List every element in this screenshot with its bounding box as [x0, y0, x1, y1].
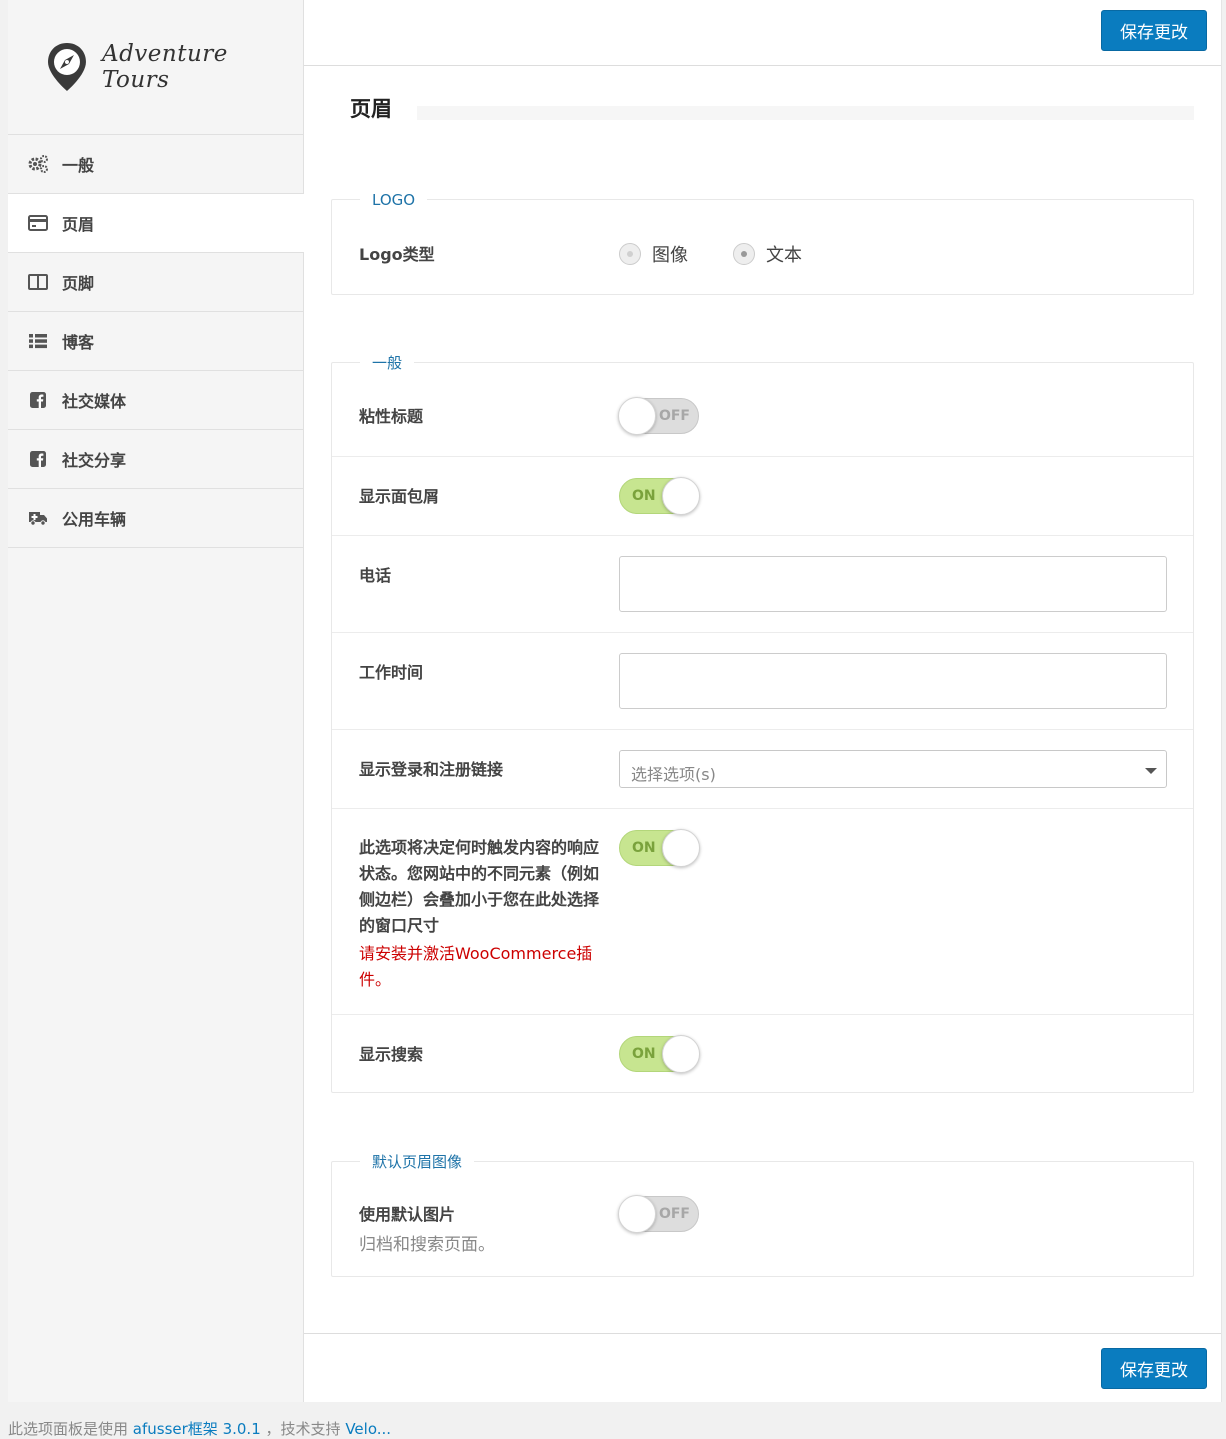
phone-label: 电话: [359, 566, 392, 585]
facebook-icon: [28, 450, 48, 468]
logo-type-label: Logo类型: [359, 245, 435, 264]
columns-icon: [28, 273, 48, 291]
search-row: 显示搜索 ON: [332, 1014, 1193, 1093]
footer-text: 此选项面板是使用: [8, 1420, 129, 1438]
select-placeholder: 选择选项(s): [631, 765, 716, 784]
radio-text[interactable]: [733, 243, 755, 265]
section-legend: 默认页眉图像: [360, 1151, 475, 1173]
logo-section: LOGO Logo类型 图像 文本: [331, 189, 1194, 295]
toggle-knob: [662, 829, 700, 867]
sidebar-item-social-media[interactable]: 社交媒体: [8, 371, 303, 430]
sidebar-item-label: 博客: [62, 333, 95, 352]
sidebar-item-label: 页脚: [62, 274, 95, 293]
toggle-state: OFF: [658, 408, 690, 424]
toggle-state: ON: [632, 840, 656, 856]
sidebar-item-label: 社交分享: [62, 451, 127, 470]
options-panel: Adventure Tours 一般 页眉 页脚 博客 社交媒体 社交分享 公用…: [8, 0, 1222, 1402]
woocommerce-notice: 请安装并激活WooCommerce插件。: [359, 944, 593, 989]
compass-pin-icon: [47, 43, 86, 91]
login-links-label: 显示登录和注册链接: [359, 760, 504, 779]
gears-icon: [28, 155, 48, 173]
framework-link[interactable]: afusser框架 3.0.1: [133, 1420, 261, 1438]
ambulance-icon: [28, 509, 48, 527]
login-links-select[interactable]: 选择选项(s): [619, 750, 1167, 788]
facebook-icon: [28, 391, 48, 409]
breadcrumbs-label: 显示面包屑: [359, 487, 440, 506]
support-link[interactable]: Velo...: [345, 1420, 391, 1438]
sidebar-item-label: 社交媒体: [62, 392, 127, 411]
brand-logo: Adventure Tours: [8, 0, 303, 135]
toggle-state: ON: [632, 488, 656, 504]
brand-name: Adventure Tours: [101, 41, 228, 93]
responsive-row: 此选项将决定何时触发内容的响应状态。您网站中的不同元素（例如侧边栏）会叠加小于您…: [332, 808, 1193, 1014]
responsive-label: 此选项将决定何时触发内容的响应状态。您网站中的不同元素（例如侧边栏）会叠加小于您…: [359, 838, 600, 935]
toggle-knob: [662, 1035, 700, 1073]
heading-divider: [417, 106, 1194, 120]
section-legend: LOGO: [360, 189, 428, 211]
toggle-knob: [662, 477, 700, 515]
search-label: 显示搜索: [359, 1045, 424, 1064]
hours-row: 工作时间: [332, 632, 1193, 729]
sticky-header-label: 粘性标题: [359, 407, 424, 426]
page-title: 页眉: [350, 97, 392, 121]
hours-input[interactable]: [619, 653, 1167, 709]
toggle-knob: [618, 1195, 656, 1233]
search-toggle[interactable]: ON: [619, 1035, 700, 1073]
footer-text: ，技术支持: [265, 1420, 341, 1438]
save-button[interactable]: 保存更改: [1101, 10, 1207, 51]
sidebar: Adventure Tours 一般 页眉 页脚 博客 社交媒体 社交分享 公用…: [8, 0, 304, 1402]
sidebar-item-header[interactable]: 页眉: [8, 194, 304, 253]
sidebar-item-label: 一般: [62, 156, 95, 175]
list-icon: [28, 332, 48, 350]
use-default-image-toggle[interactable]: OFF: [618, 1195, 699, 1233]
sidebar-item-label: 页眉: [62, 215, 95, 234]
chevron-down-icon: [1145, 768, 1157, 774]
responsive-toggle[interactable]: ON: [619, 829, 700, 867]
login-links-row: 显示登录和注册链接 选择选项(s): [332, 729, 1193, 808]
hours-label: 工作时间: [359, 663, 424, 682]
bottom-toolbar: 保存更改: [304, 1333, 1221, 1402]
top-toolbar: 保存更改: [304, 0, 1221, 66]
sidebar-item-label: 公用车辆: [62, 510, 127, 529]
toggle-state: OFF: [658, 1206, 690, 1222]
phone-row: 电话: [332, 535, 1193, 632]
logo-type-radio-group: 图像 文本: [619, 241, 847, 267]
general-section: 一般 粘性标题 OFF 显示面包屑 ON 电话 工作时间 显示登录和注册链接 选…: [331, 352, 1194, 1093]
toggle-knob: [618, 397, 656, 435]
sidebar-item-vehicles[interactable]: 公用车辆: [8, 489, 303, 548]
sidebar-item-general[interactable]: 一般: [8, 135, 303, 194]
toggle-state: ON: [632, 1046, 656, 1062]
use-default-image-label: 使用默认图片: [359, 1205, 456, 1224]
use-default-image-desc: 归档和搜索页面。: [359, 1235, 495, 1255]
sidebar-item-footer[interactable]: 页脚: [8, 253, 303, 312]
radio-label: 文本: [766, 245, 802, 266]
breadcrumbs-toggle[interactable]: ON: [619, 477, 700, 515]
sticky-header-row: 粘性标题 OFF: [332, 363, 1193, 456]
sidebar-item-blog[interactable]: 博客: [8, 312, 303, 371]
default-header-image-section: 默认页眉图像 使用默认图片 归档和搜索页面。 OFF: [331, 1151, 1194, 1277]
radio-image[interactable]: [619, 243, 641, 265]
sidebar-item-social-share[interactable]: 社交分享: [8, 430, 303, 489]
card-icon: [28, 214, 48, 232]
phone-input[interactable]: [619, 556, 1167, 612]
save-button-bottom[interactable]: 保存更改: [1101, 1348, 1207, 1389]
main-content: 页眉 LOGO Logo类型 图像 文本 一般 粘性标题 OFF 显示面包屑 O…: [304, 66, 1221, 1333]
radio-label: 图像: [652, 245, 688, 266]
sticky-header-toggle[interactable]: OFF: [618, 397, 699, 435]
breadcrumbs-row: 显示面包屑 ON: [332, 456, 1193, 535]
